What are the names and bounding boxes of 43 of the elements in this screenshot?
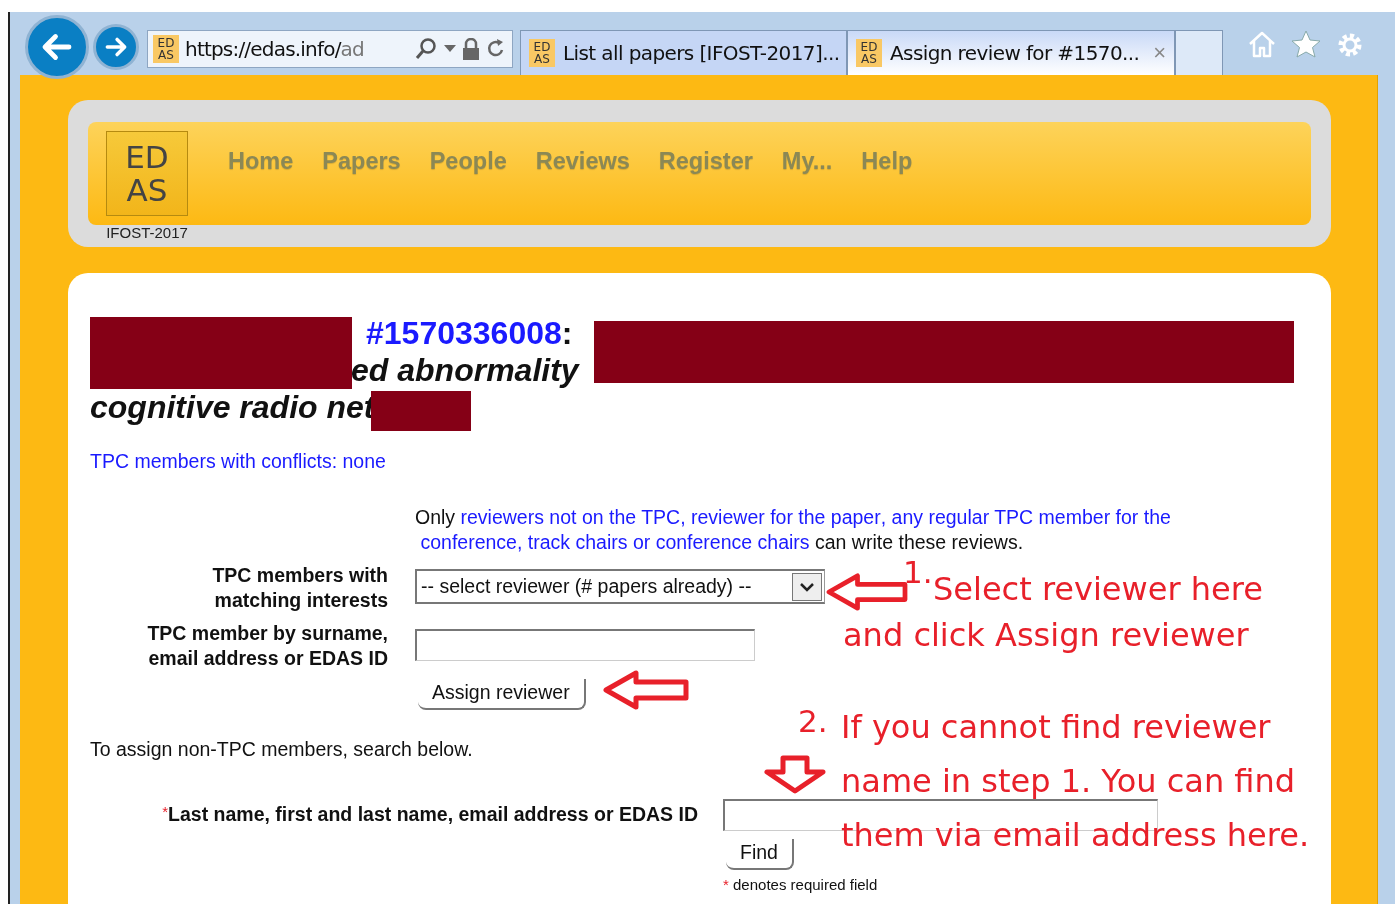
note-link[interactable]: reviewer for the paper <box>691 506 881 528</box>
step-number: 1. <box>903 556 933 588</box>
star-icon[interactable] <box>1291 30 1321 58</box>
non-tpc-hint: To assign non-TPC members, search below. <box>90 738 473 761</box>
annotation-line: name in step 1. You can find <box>841 762 1296 800</box>
reviewer-eligibility-note: Only reviewers not on the TPC, reviewer for the paper, any regular TPC member for the conference, track chairs or conference chairs can write these reviews. <box>415 505 1172 555</box>
surname-field[interactable] <box>415 629 755 661</box>
find-button[interactable]: Find <box>726 839 794 870</box>
paper-title-fragment: ed abnormality <box>351 352 579 388</box>
lock-icon <box>462 38 480 60</box>
annotation-line: Select reviewer here <box>933 570 1263 608</box>
note-link[interactable]: conference <box>420 531 517 553</box>
search-label: *Last name, first and last name, email address or EDAS ID <box>161 803 698 827</box>
new-tab-button[interactable] <box>1175 30 1223 75</box>
site-favicon: ED AS <box>856 39 882 67</box>
browser-tab[interactable]: ED AS List all papers [IFOST-2017]... <box>520 30 847 75</box>
reviewer-select[interactable]: -- select reviewer (# papers already) -- <box>415 569 825 604</box>
title-separator: : <box>561 315 573 351</box>
note-link[interactable]: track chairs <box>527 531 628 553</box>
site-favicon: ED AS <box>153 35 179 63</box>
search-icon <box>414 37 438 61</box>
conflicts-link[interactable]: TPC members with conflicts: none <box>90 450 386 473</box>
note-link[interactable]: conference chairs <box>655 531 810 553</box>
annotation-line: If you cannot find reviewer <box>841 708 1271 746</box>
assign-reviewer-button[interactable]: Assign reviewer <box>418 679 586 710</box>
url-text: https://edas.info/ad <box>185 37 365 61</box>
chevron-down-icon <box>799 581 815 592</box>
step-number: 2. <box>798 705 828 737</box>
annotation-line: them via email address here. <box>841 816 1310 854</box>
down-arrow-annotation <box>763 754 827 794</box>
note-link[interactable]: any regular TPC member for the <box>891 506 1171 528</box>
site-favicon: ED AS <box>529 39 555 67</box>
annotation-line: and click Assign reviewer <box>843 616 1249 654</box>
dropdown-caret-icon <box>444 45 456 53</box>
forward-button[interactable] <box>93 24 139 70</box>
required-field-note: * denotes required field <box>723 876 878 893</box>
surname-label: TPC member by surname, email address or EDAS ID <box>146 621 388 671</box>
paper-number-link[interactable]: #1570336008 <box>366 315 562 351</box>
conference-name: IFOST-2017 <box>106 224 188 241</box>
note-link[interactable]: reviewers not on the TPC <box>460 506 681 528</box>
site-logo[interactable]: ED AS <box>106 131 188 216</box>
matching-interests-label: TPC members with matching interests <box>211 563 388 613</box>
browser-tab[interactable]: ED AS Assign review for #1570... × <box>847 30 1175 75</box>
